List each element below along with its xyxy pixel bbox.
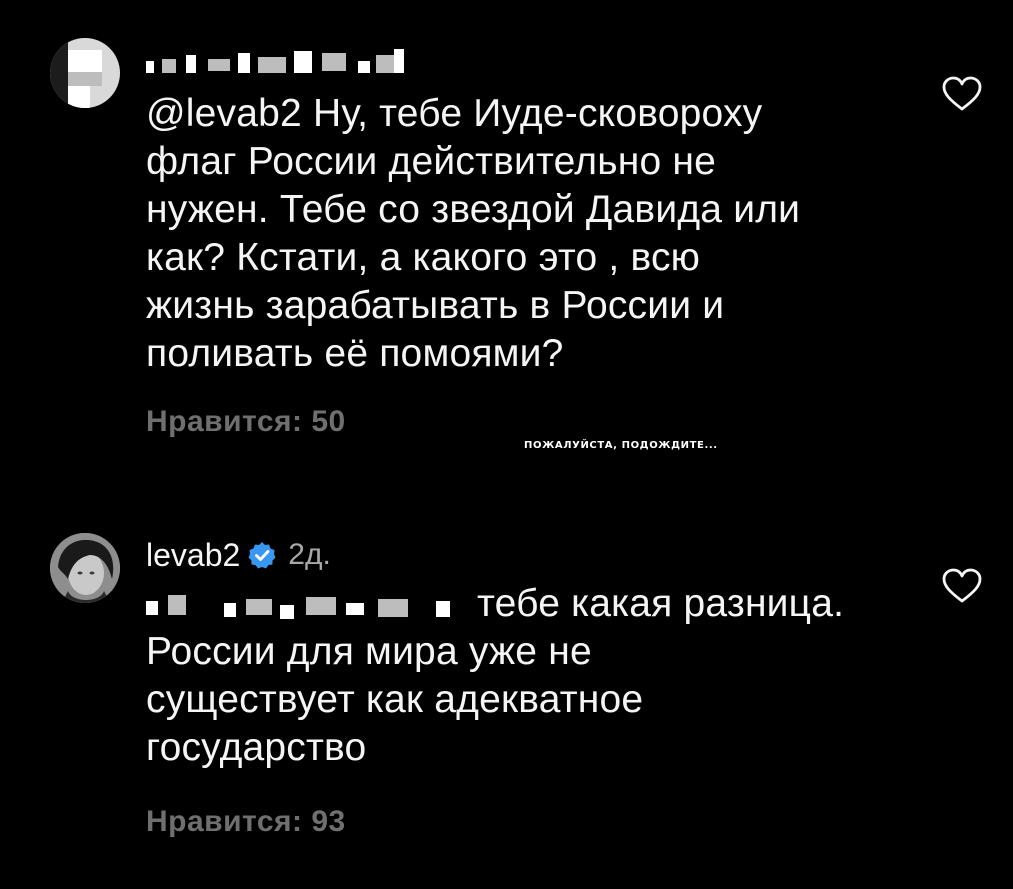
heart-outline-icon[interactable] bbox=[942, 568, 982, 604]
comment-time: 2д. bbox=[288, 538, 331, 571]
comment-line: поливать её помоями? bbox=[146, 332, 564, 375]
username-redacted[interactable] bbox=[146, 47, 404, 77]
likes-count[interactable]: Нравится: 93 bbox=[146, 805, 346, 839]
comment-first-line-text: тебе какая разница. bbox=[477, 582, 845, 625]
comment-line: нужен. Тебе со звездой Давида или bbox=[146, 188, 801, 231]
comment-line: флаг России действительно не bbox=[146, 140, 717, 183]
comment-text: @levab2 Ну, тебе Иуде-сковороху флаг Рос… bbox=[146, 90, 906, 378]
avatar-photo bbox=[50, 533, 120, 603]
likes-count[interactable]: Нравится: 50 bbox=[146, 405, 346, 439]
comment-line: существует как адекватное bbox=[146, 678, 644, 721]
comment-line: @levab2 Ну, тебе Иуде-сковороху bbox=[146, 92, 763, 135]
avatar-redacted[interactable] bbox=[50, 38, 120, 108]
comment-header bbox=[146, 42, 404, 82]
comment-line: жизнь зарабатывать в России и bbox=[146, 284, 725, 327]
username[interactable]: levab2 bbox=[146, 537, 240, 574]
comment-line: России для мира уже не bbox=[146, 630, 592, 673]
comment-1: @levab2 Ну, тебе Иуде-сковороху флаг Рос… bbox=[0, 30, 1013, 450]
comment-2: levab2 2д. тебе какая разница. России дл… bbox=[0, 520, 1013, 860]
loading-overlay-text: ПОЖАЛУЙСТА, ПОДОЖДИТЕ... bbox=[524, 440, 718, 451]
comment-first-line: тебе какая разница. bbox=[146, 580, 906, 628]
verified-badge-icon bbox=[248, 542, 276, 569]
avatar[interactable] bbox=[50, 533, 120, 603]
comment-text: тебе какая разница. России для мира уже … bbox=[146, 580, 906, 772]
comment-line: государство bbox=[146, 726, 367, 769]
mention-redacted[interactable] bbox=[146, 589, 466, 623]
comment-header: levab2 2д. bbox=[146, 535, 331, 575]
heart-outline-icon[interactable] bbox=[942, 76, 982, 112]
comment-line: как? Кстати, а какого это , всю bbox=[146, 236, 701, 279]
